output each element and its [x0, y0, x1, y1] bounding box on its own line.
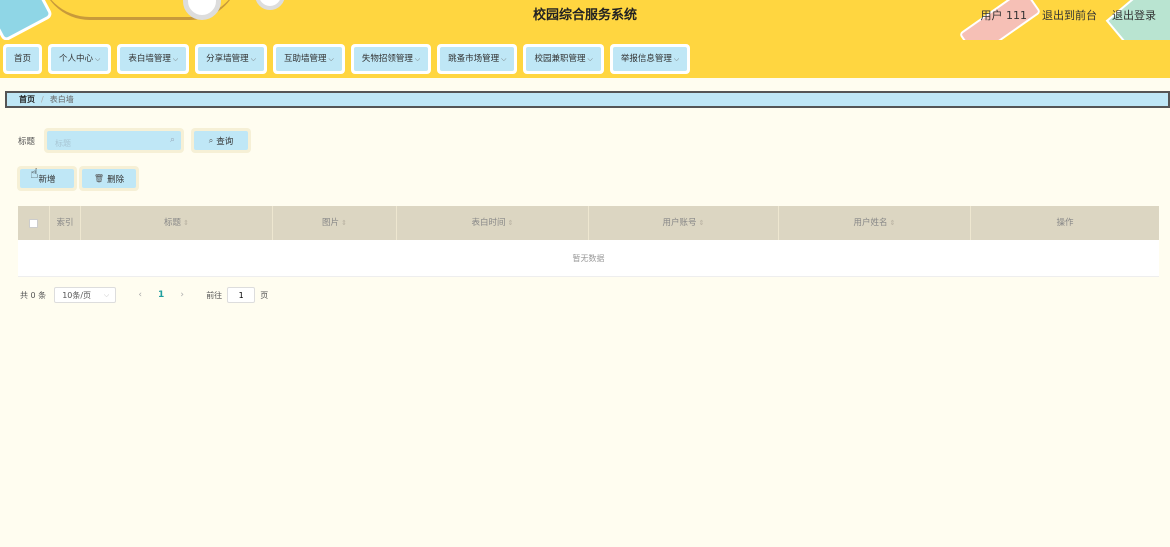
- nav-item-home[interactable]: 首页: [3, 44, 43, 74]
- delete-button-label: 删除: [107, 174, 125, 185]
- nav-item-share-wall[interactable]: 分享墙管理 ⌵: [195, 44, 267, 74]
- nav-item-label: 校园兼职管理: [534, 54, 586, 64]
- add-button-label: 新增: [38, 174, 56, 185]
- chevron-down-icon: ⌵: [95, 55, 101, 63]
- chevron-down-icon: ⌵: [587, 55, 593, 63]
- app-header: 校园综合服务系统 用户 111 退出到前台 退出登录: [0, 0, 1170, 40]
- query-button[interactable]: ⌕ 查询: [191, 128, 251, 153]
- prev-page-button[interactable]: ‹: [130, 290, 150, 300]
- current-user: 用户 111: [980, 9, 1028, 22]
- sort-icon[interactable]: ⇕: [890, 219, 896, 227]
- page-suffix: 页: [260, 290, 269, 300]
- column-header-user-account[interactable]: 用户账号 ⇕: [589, 206, 779, 240]
- chevron-down-icon: ⌵: [501, 55, 507, 63]
- add-button[interactable]: 新增: [17, 166, 77, 191]
- nav-item-label: 个人中心: [59, 54, 94, 64]
- chevron-down-icon: ⌵: [250, 55, 256, 63]
- nav-item-label: 失物招领管理: [361, 54, 413, 64]
- chevron-down-icon: ⌵: [103, 290, 110, 299]
- breadcrumb-separator: /: [41, 95, 44, 104]
- select-all-checkbox[interactable]: [29, 218, 38, 228]
- nav-item-reports[interactable]: 举报信息管理 ⌵: [609, 44, 691, 74]
- nav-item-label: 举报信息管理: [620, 54, 672, 64]
- column-header-index: 索引: [50, 206, 81, 240]
- nav-item-label: 分享墙管理: [206, 54, 249, 64]
- page-size-select[interactable]: 10条/页 ⌵: [54, 287, 117, 303]
- goto-label: 前往: [206, 290, 223, 300]
- main-nav: 首页 个人中心 ⌵ 表白墙管理 ⌵ 分享墙管理 ⌵ 互助墙管理 ⌵ 失物招领管理 ⌵ 跳蚤…: [0, 40, 1170, 78]
- column-header-confession-time[interactable]: 表白时间 ⇕: [397, 206, 589, 240]
- nav-item-label: 跳蚤市场管理: [448, 54, 500, 64]
- query-button-label: 查询: [216, 136, 234, 147]
- nav-item-flea-market[interactable]: 跳蚤市场管理 ⌵: [437, 44, 518, 74]
- chevron-down-icon: ⌵: [172, 55, 179, 63]
- table-header: 索引 标题 ⇕ 图片 ⇕ 表白时间 ⇕ 用户账号 ⇕ 用户姓名 ⇕ 操作: [18, 206, 1159, 240]
- column-header-title[interactable]: 标题 ⇕: [81, 206, 273, 240]
- column-header-user-name[interactable]: 用户姓名 ⇕: [779, 206, 971, 240]
- search-field-wrapper: ⌕: [44, 128, 184, 153]
- data-table: 索引 标题 ⇕ 图片 ⇕ 表白时间 ⇕ 用户账号 ⇕ 用户姓名 ⇕ 操作 暂无数据: [18, 206, 1159, 277]
- nav-item-help-wall[interactable]: 互助墙管理 ⌵: [273, 44, 345, 74]
- column-header-actions: 操作: [1056, 218, 1074, 228]
- sort-icon[interactable]: ⇕: [508, 219, 514, 227]
- goto-page-input[interactable]: [227, 287, 256, 303]
- nav-item-label: 首页: [14, 54, 32, 64]
- search-icon: ⌕: [208, 135, 214, 145]
- page-number[interactable]: 1: [150, 290, 172, 300]
- search-icon: ⌕: [169, 135, 175, 145]
- logout-link[interactable]: 退出登录: [1112, 0, 1156, 32]
- next-page-button[interactable]: ›: [172, 290, 192, 300]
- breadcrumb-current: 表白墙: [49, 95, 74, 104]
- empty-text: 暂无数据: [572, 253, 605, 263]
- sort-icon[interactable]: ⇕: [183, 219, 189, 227]
- column-header-image[interactable]: 图片 ⇕: [273, 206, 397, 240]
- nav-item-lost-found[interactable]: 失物招领管理 ⌵: [350, 44, 432, 74]
- table-empty-row: 暂无数据: [18, 240, 1159, 277]
- nav-item-part-time[interactable]: 校园兼职管理 ⌵: [523, 44, 604, 74]
- delete-button[interactable]: 🗑 删除: [79, 166, 139, 191]
- pagination: 共 0 条 10条/页 ⌵ ‹ 1 › 前往 页: [20, 287, 268, 303]
- breadcrumb: 首页 / 表白墙: [5, 91, 1170, 108]
- chevron-down-icon: ⌵: [673, 55, 680, 63]
- user-area: 用户 111 退出到前台 退出登录: [981, 0, 1157, 32]
- nav-item-label: 互助墙管理: [284, 54, 327, 64]
- nav-item-personal-center[interactable]: 个人中心 ⌵: [48, 44, 112, 74]
- trash-icon: 🗑: [93, 174, 105, 183]
- nav-item-confession-wall[interactable]: 表白墙管理 ⌵: [117, 44, 190, 74]
- breadcrumb-home[interactable]: 首页: [19, 94, 35, 105]
- sort-icon[interactable]: ⇕: [699, 219, 705, 227]
- chevron-down-icon: ⌵: [414, 55, 421, 63]
- select-all-cell: [18, 206, 50, 240]
- sort-icon[interactable]: ⇕: [341, 219, 347, 227]
- nav-item-label: 表白墙管理: [128, 54, 171, 64]
- search-label: 标题: [18, 137, 36, 147]
- chevron-down-icon: ⌵: [328, 55, 334, 63]
- page-size-value: 10条/页: [62, 290, 92, 300]
- hand-cursor-icon: ☝: [30, 166, 39, 182]
- back-to-frontend-link[interactable]: 退出到前台: [1042, 0, 1097, 32]
- pagination-total: 共 0 条: [20, 290, 47, 300]
- title-search-input[interactable]: [47, 134, 181, 153]
